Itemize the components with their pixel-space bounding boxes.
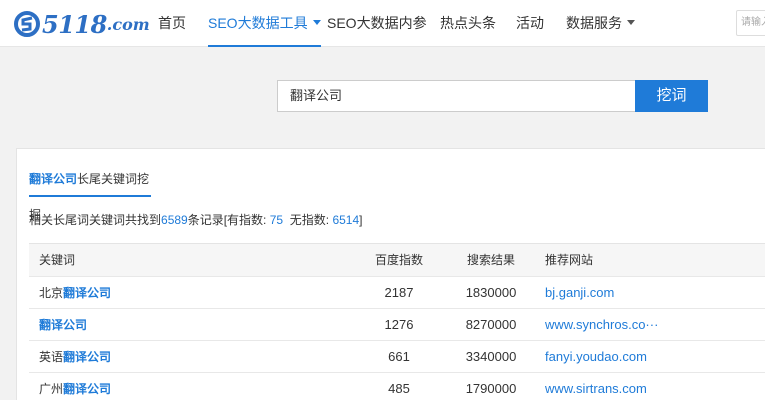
nav-label: 数据服务 <box>566 15 622 31</box>
tab-keyword: 翻译公司 <box>29 172 78 186</box>
summary-text: 无指数: <box>289 213 330 227</box>
keyword-cell[interactable]: 英语翻译公司 <box>39 341 111 373</box>
table-row: 北京翻译公司 2187 1830000 bj.ganji.com <box>29 277 765 309</box>
baidu-index-cell: 661 <box>388 349 410 364</box>
summary-text: 相关长尾词关键词共找到 <box>29 213 162 227</box>
site-link[interactable]: www.sirtrans.com <box>545 373 647 400</box>
with-index-count: 75 <box>269 213 284 227</box>
site-link[interactable]: www.synchros.co··· <box>545 309 658 341</box>
top-navbar: 5118 .com 首页 SEO大数据工具 SEO大数据内参 热点头条 活动 数据… <box>0 0 765 47</box>
account-input[interactable]: 请输入 <box>736 10 765 36</box>
table-row: 英语翻译公司 661 3340000 fanyi.youdao.com <box>29 341 765 373</box>
baidu-index-cell: 1276 <box>384 317 414 332</box>
summary-text: 条记录[有指数: <box>187 213 267 227</box>
site-link[interactable]: bj.ganji.com <box>545 277 614 309</box>
chevron-down-icon <box>627 19 635 25</box>
nav-seo-tools[interactable]: SEO大数据工具 <box>208 0 321 47</box>
keyword-highlight: 翻译公司 <box>63 286 112 300</box>
search-input[interactable]: 翻译公司 <box>277 80 635 112</box>
nav-label: SEO大数据内参 <box>327 15 427 31</box>
keyword-cell[interactable]: 北京翻译公司 <box>39 277 111 309</box>
tab-longtail-mining[interactable]: 翻译公司长尾关键词挖掘 <box>29 161 151 222</box>
keyword-highlight: 翻译公司 <box>39 318 88 332</box>
without-index-count: 6514 <box>332 213 360 227</box>
search-results-cell: 1830000 <box>465 285 517 300</box>
search-results-cell: 8270000 <box>465 317 517 332</box>
col-recommended-site[interactable]: 推荐网站 <box>545 244 593 277</box>
keyword-highlight: 翻译公司 <box>63 382 112 396</box>
logo-domain: .com <box>106 14 150 34</box>
keyword-cell[interactable]: 广州翻译公司 <box>39 373 111 400</box>
dig-button[interactable]: 挖词 <box>635 80 708 112</box>
search-results-cell: 3340000 <box>465 349 517 364</box>
nav-events[interactable]: 活动 <box>516 0 544 47</box>
baidu-index-cell: 485 <box>388 381 410 396</box>
keyword-prefix: 英语 <box>39 350 64 364</box>
results-summary: 相关长尾词关键词共找到6589条记录[有指数: 75 无指数: 6514] <box>29 211 363 228</box>
chevron-down-icon <box>312 19 321 25</box>
table-header: 关键词 百度指数 搜索结果 推荐网站 <box>29 244 765 277</box>
nav-label: SEO大数据工具 <box>208 15 308 31</box>
nav-seo-insider[interactable]: SEO大数据内参 <box>327 0 427 47</box>
search-results-cell: 1790000 <box>465 381 517 396</box>
col-baidu-index[interactable]: 百度指数 <box>349 244 449 277</box>
nav-label: 首页 <box>158 15 186 31</box>
logo-icon <box>14 11 40 37</box>
baidu-index-cell: 2187 <box>384 285 414 300</box>
col-search-results[interactable]: 搜索结果 <box>441 244 541 277</box>
nav-label: 活动 <box>516 15 544 31</box>
keyword-cell[interactable]: 翻译公司 <box>39 309 87 341</box>
keyword-highlight: 翻译公司 <box>63 350 112 364</box>
table-row: 广州翻译公司 485 1790000 www.sirtrans.com <box>29 373 765 400</box>
results-panel: 翻译公司长尾关键词挖掘 相关长尾词关键词共找到6589条记录[有指数: 75 无… <box>16 148 765 400</box>
summary-text: ] <box>359 213 363 227</box>
col-keyword[interactable]: 关键词 <box>39 244 75 277</box>
nav-home[interactable]: 首页 <box>158 0 186 47</box>
logo-text: 5118 <box>42 9 107 39</box>
total-count: 6589 <box>161 213 188 227</box>
site-link[interactable]: fanyi.youdao.com <box>545 341 647 373</box>
nav-data-service[interactable]: 数据服务 <box>566 0 635 47</box>
table-row: 翻译公司 1276 8270000 www.synchros.co··· <box>29 309 765 341</box>
site-logo[interactable]: 5118 .com <box>14 9 150 39</box>
nav-hot-news[interactable]: 热点头条 <box>440 0 496 47</box>
keyword-table: 关键词 百度指数 搜索结果 推荐网站 北京翻译公司 2187 1830000 b… <box>29 243 765 400</box>
nav-label: 热点头条 <box>440 15 496 31</box>
keyword-prefix: 北京 <box>39 286 64 300</box>
keyword-prefix: 广州 <box>39 382 64 396</box>
